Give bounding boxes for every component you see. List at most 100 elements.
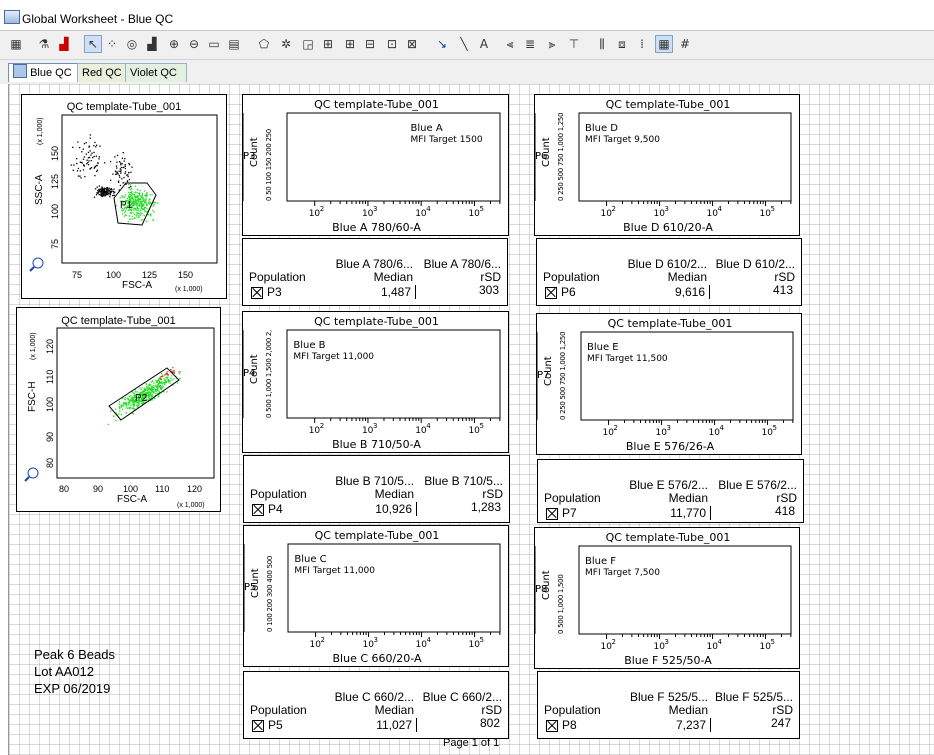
align-right-icon[interactable]: ⫸ [544, 36, 560, 52]
y-axis-label: Count [249, 137, 260, 167]
histogram-p4[interactable]: QC template-Tube_001 Blue B MFI Target 11,… [242, 311, 509, 453]
interval-gate-icon[interactable]: ⊞ [320, 36, 336, 52]
align-center-icon[interactable]: ≣ [522, 36, 538, 52]
histogram-p5[interactable]: QC template-Tube_001 Blue C MFI Target 11,… [243, 525, 509, 667]
stat-header-median-param: Blue B 710/5... [335, 474, 414, 488]
tab-label: Red QC [82, 67, 122, 79]
mfi-target: MFI Target 11,500 [587, 354, 668, 364]
histogram-p7[interactable]: QC template-Tube_001 Blue E MFI Target 11,… [536, 313, 802, 455]
x-axis-label: Blue F 525/50-A [535, 654, 801, 667]
tab-red-qc[interactable]: Red QC [77, 63, 131, 82]
stats-table-p6[interactable]: Blue D 610/2... Blue D 610/2... Population… [536, 238, 802, 306]
x-tick-label: 10 [654, 209, 665, 219]
svg-text:150: 150 [178, 270, 193, 280]
y-ticks: 75 100 125 150 [50, 146, 60, 249]
svg-text:150: 150 [50, 146, 60, 161]
stats-table-p8[interactable]: Blue F 525/5... Blue F 525/5... Population… [537, 671, 800, 739]
x-tick-exponent: 4 [718, 205, 722, 213]
zoom-in-icon[interactable]: ⊕ [166, 36, 182, 52]
dot-plot-icon[interactable]: ⁘ [104, 36, 120, 52]
dot-plot-p2[interactable]: QC template-Tube_001 P2 80 90 100 110 12… [16, 307, 221, 512]
polygon-gate-icon[interactable]: ⬠ [256, 36, 272, 52]
rect-gate-icon[interactable]: ◲ [300, 36, 316, 52]
stats-icon[interactable]: ▭ [206, 36, 222, 52]
y-ticks: 80 90 100 110 120 [45, 339, 55, 468]
column-divider [710, 506, 711, 520]
auto-gate-icon[interactable]: ⊠ [404, 36, 420, 52]
distribute-icon[interactable]: ⫼ [594, 36, 610, 52]
histogram-p3[interactable]: QC template-Tube_001 Blue A MFI Target 150… [242, 94, 509, 236]
align-top-icon[interactable]: ⊤ [566, 36, 582, 52]
bin-gate-icon[interactable]: ⊡ [384, 36, 400, 52]
show-grid-icon[interactable]: ▦ [655, 35, 673, 53]
svg-text:120: 120 [187, 484, 202, 494]
histogram-p6[interactable]: QC template-Tube_001 Blue D MFI Target 9,5… [534, 94, 800, 236]
x-axis-label: Blue A 780/60-A [243, 221, 510, 234]
stat-header-rsd-param: Blue C 660/2... [423, 690, 502, 704]
population-name: Blue D [585, 123, 618, 134]
stat-header-rsd-param: Blue D 610/2... [716, 257, 795, 271]
population-name: Blue C [294, 554, 326, 565]
grid-view-icon[interactable]: ▦ [8, 36, 24, 52]
pointer-icon[interactable]: ↖ [84, 35, 102, 53]
notes-text-box[interactable]: Peak 6 Beads Lot AA012 EXP 06/2019 [34, 646, 115, 697]
note-line: Lot AA012 [34, 663, 115, 680]
population-checkbox[interactable] [546, 508, 558, 520]
arrow-tool-icon[interactable]: ↘ [434, 36, 450, 52]
stats-table-p3[interactable]: Blue A 780/6... Blue A 780/6... Population… [242, 238, 508, 306]
stat-header-median-param: Blue C 660/2... [335, 690, 414, 704]
population-checkbox[interactable] [546, 720, 558, 732]
y-axis-label: Count [541, 137, 552, 167]
tab-violet-qc[interactable]: Violet QC [125, 63, 187, 82]
zoom-icon [33, 258, 43, 268]
pdf-icon[interactable]: ▟ [56, 36, 72, 52]
same-size-icon[interactable]: ⧈ [614, 36, 630, 52]
x-tick-exponent: 3 [373, 422, 377, 430]
text-box-icon[interactable]: A [476, 36, 492, 52]
median-value: 9,616 [675, 285, 705, 299]
x-axis-label: FSC-A [122, 280, 152, 291]
population-checkbox[interactable] [252, 504, 264, 516]
mfi-target: MFI Target 11,000 [293, 352, 374, 362]
x-tick-label: 10 [362, 426, 373, 436]
y-tick-labels: 0 50 100 150 200 250 [265, 113, 273, 201]
align-left-icon[interactable]: ⫷ [502, 36, 518, 52]
svg-text:100: 100 [123, 484, 138, 494]
x-tick-label: 10 [603, 428, 614, 438]
population-name: P5 [268, 718, 283, 732]
hash-grid-icon[interactable]: # [677, 36, 693, 52]
y-axis-label: Count [249, 354, 260, 384]
quad-gate-icon[interactable]: ⊞ [342, 36, 358, 52]
stats-table-p5[interactable]: Blue C 660/2... Blue C 660/2... Population… [243, 671, 509, 739]
dot-plot-p1[interactable]: QC template-Tube_001 P1 75 100 125 150 F… [21, 94, 227, 299]
stats-table-p7[interactable]: Blue E 576/2... Blue E 576/2... Population… [537, 459, 804, 523]
flask-icon[interactable]: ⚗ [36, 36, 52, 52]
snap-gate-icon[interactable]: ✲ [278, 36, 294, 52]
x-tick-exponent: 2 [320, 205, 324, 213]
y-tick-labels: 0 500 1,000 1,500 2,000 2,500 [265, 330, 273, 418]
column-divider [709, 285, 710, 299]
contour-plot-icon[interactable]: ◎ [124, 36, 140, 52]
stat-header-median: Median [374, 270, 413, 284]
grid-snap-icon[interactable]: ⁞ [634, 36, 650, 52]
hinge-gate-icon[interactable]: ⊟ [362, 36, 378, 52]
stat-header-rsd: rSD [482, 487, 503, 501]
zoom-out-icon[interactable]: ⊖ [186, 36, 202, 52]
tab-blue-qc[interactable]: Blue QC [8, 63, 84, 82]
population-checkbox[interactable] [545, 287, 557, 299]
population-checkbox[interactable] [251, 287, 263, 299]
histogram-p8[interactable]: QC template-Tube_001 Blue F MFI Target 7,5… [534, 527, 800, 669]
line-tool-icon[interactable]: ╲ [456, 36, 472, 52]
x-tick-exponent: 5 [479, 205, 483, 213]
x-axis-label: FSC-A [117, 494, 147, 505]
histogram-icon[interactable]: ▟ [144, 36, 160, 52]
x-tick-label: 10 [363, 640, 374, 650]
stats-table-p4[interactable]: Blue B 710/5... Blue B 710/5... Population… [243, 455, 510, 523]
x-tick-label: 10 [760, 209, 771, 219]
zoom-icon [28, 468, 38, 478]
population-checkbox[interactable] [252, 720, 264, 732]
population-name: P8 [562, 718, 577, 732]
table-icon[interactable]: ▤ [226, 36, 242, 52]
rsd-value: 418 [775, 504, 795, 518]
x-tick-label: 10 [469, 640, 480, 650]
